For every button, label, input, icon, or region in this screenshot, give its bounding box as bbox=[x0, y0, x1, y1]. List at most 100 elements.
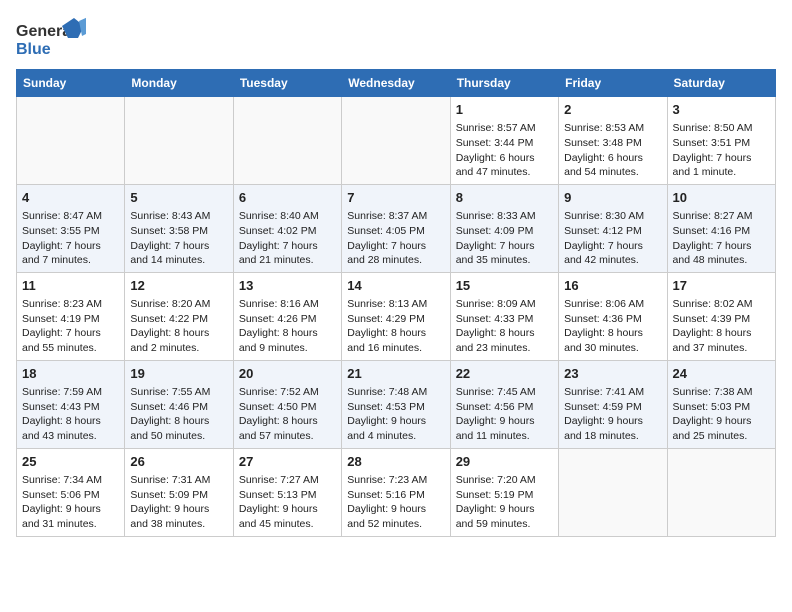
day-info: Sunrise: 7:27 AM Sunset: 5:13 PM Dayligh… bbox=[239, 473, 336, 532]
day-info: Sunrise: 8:40 AM Sunset: 4:02 PM Dayligh… bbox=[239, 209, 336, 268]
day-number: 9 bbox=[564, 189, 661, 207]
day-number: 6 bbox=[239, 189, 336, 207]
calendar-cell bbox=[342, 97, 450, 185]
day-number: 4 bbox=[22, 189, 119, 207]
calendar-cell: 20 Sunrise: 7:52 AM Sunset: 4:50 PM Dayli… bbox=[233, 360, 341, 448]
day-info: Sunrise: 8:20 AM Sunset: 4:22 PM Dayligh… bbox=[130, 297, 227, 356]
day-info: Sunrise: 7:48 AM Sunset: 4:53 PM Dayligh… bbox=[347, 385, 444, 444]
day-number: 27 bbox=[239, 453, 336, 471]
day-number: 16 bbox=[564, 277, 661, 295]
calendar-week-3: 11 Sunrise: 8:23 AM Sunset: 4:19 PM Dayli… bbox=[17, 272, 776, 360]
day-info: Sunrise: 7:20 AM Sunset: 5:19 PM Dayligh… bbox=[456, 473, 553, 532]
day-info: Sunrise: 8:50 AM Sunset: 3:51 PM Dayligh… bbox=[673, 121, 770, 180]
day-info: Sunrise: 7:38 AM Sunset: 5:03 PM Dayligh… bbox=[673, 385, 770, 444]
day-number: 25 bbox=[22, 453, 119, 471]
day-info: Sunrise: 8:09 AM Sunset: 4:33 PM Dayligh… bbox=[456, 297, 553, 356]
day-info: Sunrise: 8:47 AM Sunset: 3:55 PM Dayligh… bbox=[22, 209, 119, 268]
day-number: 2 bbox=[564, 101, 661, 119]
day-number: 18 bbox=[22, 365, 119, 383]
day-number: 14 bbox=[347, 277, 444, 295]
day-info: Sunrise: 8:43 AM Sunset: 3:58 PM Dayligh… bbox=[130, 209, 227, 268]
day-info: Sunrise: 8:30 AM Sunset: 4:12 PM Dayligh… bbox=[564, 209, 661, 268]
day-number: 1 bbox=[456, 101, 553, 119]
day-number: 12 bbox=[130, 277, 227, 295]
logo-svg: General Blue bbox=[16, 16, 86, 61]
calendar-cell: 24 Sunrise: 7:38 AM Sunset: 5:03 PM Dayli… bbox=[667, 360, 775, 448]
day-info: Sunrise: 7:23 AM Sunset: 5:16 PM Dayligh… bbox=[347, 473, 444, 532]
day-number: 5 bbox=[130, 189, 227, 207]
calendar-cell bbox=[125, 97, 233, 185]
calendar-cell: 15Sunrise: 8:09 AM Sunset: 4:33 PM Dayli… bbox=[450, 272, 558, 360]
calendar-cell bbox=[559, 448, 667, 536]
calendar-cell: 12 Sunrise: 8:20 AM Sunset: 4:22 PM Dayli… bbox=[125, 272, 233, 360]
weekday-header-row: SundayMondayTuesdayWednesdayThursdayFrid… bbox=[17, 70, 776, 97]
calendar-cell: 11 Sunrise: 8:23 AM Sunset: 4:19 PM Dayli… bbox=[17, 272, 125, 360]
calendar-cell: 10Sunrise: 8:27 AM Sunset: 4:16 PM Dayli… bbox=[667, 184, 775, 272]
calendar-cell bbox=[233, 97, 341, 185]
calendar-cell: 22 Sunrise: 7:45 AM Sunset: 4:56 PM Dayli… bbox=[450, 360, 558, 448]
weekday-header-tuesday: Tuesday bbox=[233, 70, 341, 97]
calendar-cell: 16 Sunrise: 8:06 AM Sunset: 4:36 PM Dayli… bbox=[559, 272, 667, 360]
calendar-cell: 17Sunrise: 8:02 AM Sunset: 4:39 PM Dayli… bbox=[667, 272, 775, 360]
weekday-header-monday: Monday bbox=[125, 70, 233, 97]
day-info: Sunrise: 7:31 AM Sunset: 5:09 PM Dayligh… bbox=[130, 473, 227, 532]
calendar-cell: 29 Sunrise: 7:20 AM Sunset: 5:19 PM Dayli… bbox=[450, 448, 558, 536]
weekday-header-thursday: Thursday bbox=[450, 70, 558, 97]
day-info: Sunrise: 8:37 AM Sunset: 4:05 PM Dayligh… bbox=[347, 209, 444, 268]
day-info: Sunrise: 7:55 AM Sunset: 4:46 PM Dayligh… bbox=[130, 385, 227, 444]
day-number: 8 bbox=[456, 189, 553, 207]
calendar-cell: 7 Sunrise: 8:37 AM Sunset: 4:05 PM Daylig… bbox=[342, 184, 450, 272]
calendar-cell: 2 Sunrise: 8:53 AM Sunset: 3:48 PM Daylig… bbox=[559, 97, 667, 185]
page-header: General Blue bbox=[16, 16, 776, 61]
day-number: 28 bbox=[347, 453, 444, 471]
calendar-cell: 8 Sunrise: 8:33 AM Sunset: 4:09 PM Daylig… bbox=[450, 184, 558, 272]
day-number: 22 bbox=[456, 365, 553, 383]
day-info: Sunrise: 7:45 AM Sunset: 4:56 PM Dayligh… bbox=[456, 385, 553, 444]
day-number: 10 bbox=[673, 189, 770, 207]
calendar-cell: 23Sunrise: 7:41 AM Sunset: 4:59 PM Dayli… bbox=[559, 360, 667, 448]
calendar-week-1: 1 Sunrise: 8:57 AM Sunset: 3:44 PM Daylig… bbox=[17, 97, 776, 185]
day-info: Sunrise: 8:13 AM Sunset: 4:29 PM Dayligh… bbox=[347, 297, 444, 356]
day-info: Sunrise: 7:34 AM Sunset: 5:06 PM Dayligh… bbox=[22, 473, 119, 532]
calendar-cell: 18 Sunrise: 7:59 AM Sunset: 4:43 PM Dayli… bbox=[17, 360, 125, 448]
weekday-header-wednesday: Wednesday bbox=[342, 70, 450, 97]
weekday-header-sunday: Sunday bbox=[17, 70, 125, 97]
svg-text:Blue: Blue bbox=[16, 41, 51, 58]
day-number: 19 bbox=[130, 365, 227, 383]
day-info: Sunrise: 8:06 AM Sunset: 4:36 PM Dayligh… bbox=[564, 297, 661, 356]
day-number: 17 bbox=[673, 277, 770, 295]
calendar-cell: 5 Sunrise: 8:43 AM Sunset: 3:58 PM Daylig… bbox=[125, 184, 233, 272]
calendar-week-2: 4 Sunrise: 8:47 AM Sunset: 3:55 PM Daylig… bbox=[17, 184, 776, 272]
day-info: Sunrise: 7:52 AM Sunset: 4:50 PM Dayligh… bbox=[239, 385, 336, 444]
day-info: Sunrise: 8:57 AM Sunset: 3:44 PM Dayligh… bbox=[456, 121, 553, 180]
day-number: 24 bbox=[673, 365, 770, 383]
calendar-table: SundayMondayTuesdayWednesdayThursdayFrid… bbox=[16, 69, 776, 537]
day-info: Sunrise: 8:23 AM Sunset: 4:19 PM Dayligh… bbox=[22, 297, 119, 356]
day-number: 3 bbox=[673, 101, 770, 119]
calendar-week-5: 25 Sunrise: 7:34 AM Sunset: 5:06 PM Dayli… bbox=[17, 448, 776, 536]
calendar-week-4: 18 Sunrise: 7:59 AM Sunset: 4:43 PM Dayli… bbox=[17, 360, 776, 448]
calendar-cell: 25 Sunrise: 7:34 AM Sunset: 5:06 PM Dayli… bbox=[17, 448, 125, 536]
day-info: Sunrise: 8:33 AM Sunset: 4:09 PM Dayligh… bbox=[456, 209, 553, 268]
day-number: 29 bbox=[456, 453, 553, 471]
logo: General Blue bbox=[16, 16, 86, 61]
day-info: Sunrise: 7:59 AM Sunset: 4:43 PM Dayligh… bbox=[22, 385, 119, 444]
calendar-cell: 21Sunrise: 7:48 AM Sunset: 4:53 PM Dayli… bbox=[342, 360, 450, 448]
calendar-cell: 4 Sunrise: 8:47 AM Sunset: 3:55 PM Daylig… bbox=[17, 184, 125, 272]
calendar-cell: 26Sunrise: 7:31 AM Sunset: 5:09 PM Dayli… bbox=[125, 448, 233, 536]
day-number: 13 bbox=[239, 277, 336, 295]
day-info: Sunrise: 8:16 AM Sunset: 4:26 PM Dayligh… bbox=[239, 297, 336, 356]
calendar-cell: 9 Sunrise: 8:30 AM Sunset: 4:12 PM Daylig… bbox=[559, 184, 667, 272]
weekday-header-saturday: Saturday bbox=[667, 70, 775, 97]
weekday-header-friday: Friday bbox=[559, 70, 667, 97]
calendar-cell: 13 Sunrise: 8:16 AM Sunset: 4:26 PM Dayli… bbox=[233, 272, 341, 360]
calendar-cell: 14 Sunrise: 8:13 AM Sunset: 4:29 PM Dayli… bbox=[342, 272, 450, 360]
calendar-cell: 6 Sunrise: 8:40 AM Sunset: 4:02 PM Daylig… bbox=[233, 184, 341, 272]
day-number: 7 bbox=[347, 189, 444, 207]
day-number: 23 bbox=[564, 365, 661, 383]
calendar-cell: 1 Sunrise: 8:57 AM Sunset: 3:44 PM Daylig… bbox=[450, 97, 558, 185]
calendar-cell: 28 Sunrise: 7:23 AM Sunset: 5:16 PM Dayli… bbox=[342, 448, 450, 536]
day-number: 11 bbox=[22, 277, 119, 295]
day-number: 20 bbox=[239, 365, 336, 383]
day-info: Sunrise: 8:53 AM Sunset: 3:48 PM Dayligh… bbox=[564, 121, 661, 180]
